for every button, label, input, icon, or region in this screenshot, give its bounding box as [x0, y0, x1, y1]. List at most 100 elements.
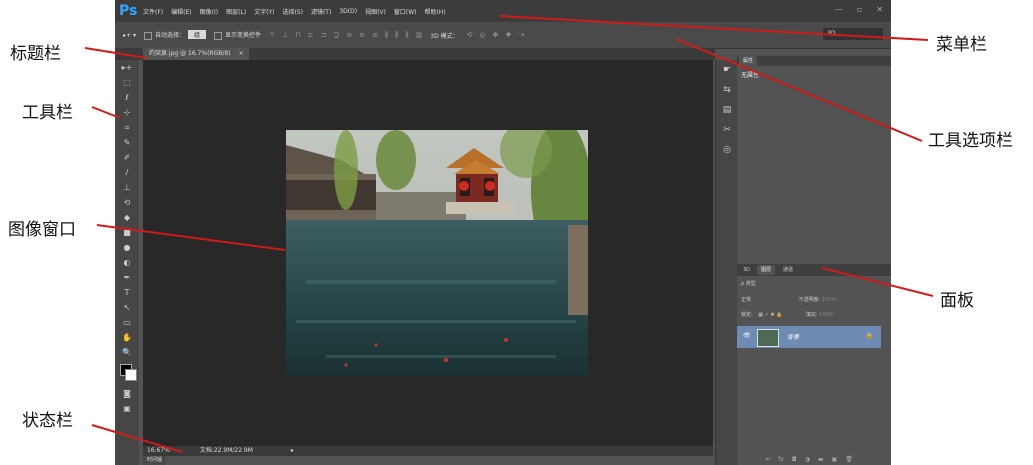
move-tool-preset[interactable]: ▸+ ▾ — [123, 32, 136, 39]
pen-tool[interactable]: ✒ — [115, 270, 139, 285]
align-right-icon[interactable]: ⊒ — [333, 31, 339, 40]
menu-3d[interactable]: 3D(D) — [339, 8, 357, 15]
zoom-level[interactable]: 16.67% — [147, 447, 170, 454]
3d-slide-icon[interactable]: ✚ — [506, 31, 512, 39]
quick-select-tool[interactable]: ⊹ — [115, 105, 139, 120]
lasso-tool[interactable]: ℓ — [115, 90, 139, 105]
blur-tool[interactable]: ● — [115, 240, 139, 255]
menu-edit[interactable]: 编辑(E) — [171, 7, 191, 16]
3d-rotate-icon[interactable]: ⟲ — [467, 31, 473, 39]
distribute-right-icon[interactable]: ⫼ — [405, 31, 408, 40]
zoom-tool[interactable]: 🔍 — [115, 345, 139, 360]
align-center-icon[interactable]: ⊐ — [321, 31, 327, 40]
shape-tool[interactable]: ▭ — [115, 315, 139, 330]
distribute-bottom-icon[interactable]: ≡ — [372, 31, 378, 40]
marquee-tool[interactable]: ⬚ — [115, 75, 139, 90]
screen-mode-icon[interactable]: ▣ — [115, 401, 139, 416]
healing-brush-tool[interactable]: ✐ — [115, 150, 139, 165]
tab-channels[interactable]: 通道 — [779, 265, 797, 275]
tab-layers[interactable]: 图层 — [757, 265, 776, 275]
add-mask-icon[interactable]: ◘ — [792, 456, 797, 463]
callout-panel: 面板 — [940, 291, 974, 310]
menu-select[interactable]: 选择(S) — [282, 7, 303, 16]
type-tool[interactable]: T — [115, 285, 139, 300]
distribute-top-icon[interactable]: ≡ — [346, 31, 352, 40]
dodge-tool[interactable]: ◐ — [115, 255, 139, 270]
layer-style-icon[interactable]: fx — [778, 456, 784, 463]
align-top-icon[interactable]: ⊤ — [269, 31, 275, 40]
restore-button[interactable]: ▫ — [857, 5, 862, 14]
minimize-button[interactable]: — — [835, 5, 843, 14]
3d-drag-icon[interactable]: ✥ — [493, 31, 499, 39]
color-swatches[interactable] — [115, 360, 139, 386]
auto-select-dropdown[interactable]: 组 — [187, 30, 206, 40]
fill-value[interactable]: 100% — [819, 312, 833, 318]
adjustment-layer-icon[interactable]: ◑ — [805, 456, 810, 463]
menu-view[interactable]: 视图(V) — [365, 7, 386, 16]
close-button[interactable]: ✕ — [876, 5, 883, 14]
layer-filter-row[interactable]: ρ 类型 — [737, 278, 881, 290]
auto-select-option[interactable]: 自动选择：组 — [143, 30, 206, 40]
3d-mode-label: 3D 模式： — [430, 32, 459, 40]
crop-tool[interactable]: ⌗ — [115, 120, 139, 135]
3d-roll-icon[interactable]: ◎ — [480, 31, 486, 39]
adjustments-icon[interactable]: ⇆ — [716, 80, 738, 100]
distribute-center-icon[interactable]: ⫼ — [395, 31, 398, 40]
status-arrow-icon[interactable]: ▸ — [291, 447, 294, 454]
move-tool[interactable]: ▸+ — [115, 60, 139, 75]
gradient-tool[interactable]: ■ — [115, 225, 139, 240]
history-brush-tool[interactable]: ⟲ — [115, 195, 139, 210]
tab-properties[interactable]: 属性 — [739, 56, 758, 66]
menu-window[interactable]: 窗口(W) — [394, 7, 417, 16]
menu-type[interactable]: 文字(Y) — [254, 7, 274, 16]
document-tab[interactable]: 趵突泉.jpg @ 16.7%(RGB/8) × — [143, 48, 250, 60]
3d-panel-icon[interactable]: ◎ — [716, 140, 738, 160]
layer-row-background[interactable]: 👁 背景 🔒 — [737, 326, 881, 348]
quick-mask-icon[interactable]: ◙ — [115, 386, 139, 401]
timeline-tab[interactable]: 时间轴 — [143, 456, 167, 465]
menu-help[interactable]: 帮助(H) — [425, 7, 446, 16]
window-controls: — ▫ ✕ — [835, 5, 883, 14]
history-icon[interactable]: ☛ — [716, 60, 738, 80]
auto-align-icon[interactable]: ▥ — [416, 31, 423, 40]
eraser-tool[interactable]: ◆ — [115, 210, 139, 225]
tab-3d[interactable]: 3D — [739, 265, 754, 275]
eyedropper-tool[interactable]: ✎ — [115, 135, 139, 150]
align-bottom-icon[interactable]: ⊓ — [295, 31, 300, 40]
distribute-left-icon[interactable]: ⫼ — [385, 31, 388, 40]
hand-tool[interactable]: ✋ — [115, 330, 139, 345]
visibility-eye-icon[interactable]: 👁 — [743, 332, 751, 339]
3d-scale-icon[interactable]: ⇢ — [518, 31, 524, 39]
new-group-icon[interactable]: ▬ — [818, 456, 824, 463]
show-transform-checkbox[interactable] — [214, 31, 222, 40]
brush-tool[interactable]: / — [115, 165, 139, 180]
menu-layer[interactable]: 图层(L) — [226, 7, 246, 16]
menu-filter[interactable]: 滤镜(T) — [311, 7, 331, 16]
opacity-value[interactable]: 100% — [822, 297, 836, 303]
align-middle-icon[interactable]: ⊥ — [282, 31, 288, 40]
background-color-swatch[interactable] — [125, 369, 137, 381]
image-window[interactable] — [143, 60, 713, 446]
auto-select-checkbox[interactable] — [143, 31, 152, 40]
lock-icons[interactable]: ▦ ✓ ✥ 🔒 — [758, 312, 782, 318]
clone-stamp-tool[interactable]: ⊥ — [115, 180, 139, 195]
tools-preset-icon[interactable]: ✂ — [716, 120, 738, 140]
properties-tab-bar: 属性 — [737, 56, 891, 66]
link-layers-icon[interactable]: ∞ — [765, 456, 770, 463]
close-tab-icon[interactable]: × — [238, 50, 243, 57]
new-layer-icon[interactable]: ▣ — [832, 456, 838, 463]
callout-image-window: 图像窗口 — [8, 220, 76, 239]
delete-layer-icon[interactable]: 🗑 — [845, 456, 853, 463]
distribute-middle-icon[interactable]: ≡ — [359, 31, 365, 40]
menu-file[interactable]: 文件(F) — [143, 7, 163, 16]
status-bar: 16.67% 文档:22.9M/22.9M ▸ — [143, 446, 713, 456]
blend-row: 正常 不透明度: 100% — [737, 294, 881, 306]
show-transform-option[interactable]: 显示变换控件 — [214, 30, 261, 40]
path-select-tool[interactable]: ↖ — [115, 300, 139, 315]
align-left-icon[interactable]: ⊏ — [308, 31, 314, 40]
layer-name: 背景 — [787, 334, 800, 341]
blend-mode-dropdown[interactable]: 正常 — [741, 297, 751, 303]
workspace-dropdown[interactable]: 3D — [823, 28, 883, 40]
swatches-icon[interactable]: ▤ — [716, 100, 738, 120]
menu-image[interactable]: 图像(I) — [200, 7, 218, 16]
